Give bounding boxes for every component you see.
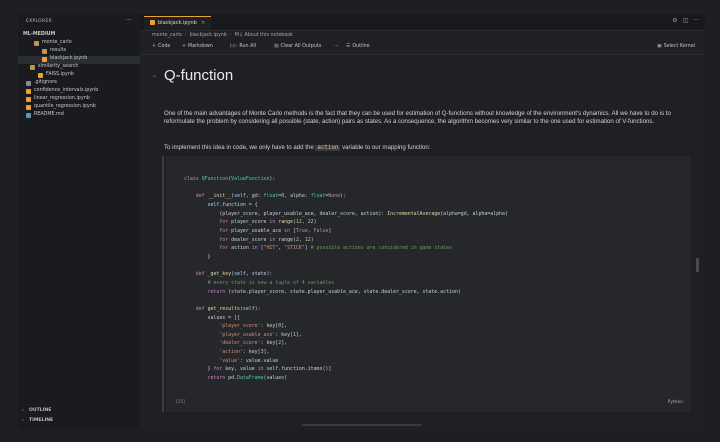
tree-item[interactable]: README.md (18, 112, 140, 120)
tree-item-label: README.md (34, 112, 64, 117)
select-kernel-label: Select Kernel (663, 44, 695, 49)
tab-label: blackjack.ipynb (158, 20, 197, 26)
tree-item-label: results (50, 48, 67, 53)
timeline-section[interactable]: › TIMELINE (18, 416, 140, 426)
breadcrumb-item[interactable]: M↓ About this notebook (235, 33, 293, 38)
timeline-section-label: TIMELINE (29, 418, 54, 423)
folder-icon (30, 65, 35, 70)
notebook-icon (38, 73, 43, 78)
close-icon[interactable]: × (201, 20, 205, 26)
folder-icon (42, 49, 47, 54)
outline-button[interactable]: ☰ Outline (346, 44, 370, 49)
add-markdown-button[interactable]: + Markdown (182, 44, 213, 49)
tree-item-label: quantile_regression.ipynb (34, 104, 96, 109)
tab-blackjack[interactable]: blackjack.ipynb × (144, 16, 212, 30)
add-code-label: Code (158, 44, 171, 49)
vscode-window: EXPLORER ··· ML-MEDIUM monte_carloresults… (0, 0, 720, 442)
more-actions-icon[interactable]: ··· (125, 16, 132, 24)
outline-section-label: OUTLINE (29, 408, 52, 413)
tree-item[interactable]: confidence_intervals.ipynb (18, 88, 140, 96)
tree-item-label: confidence_intervals.ipynb (34, 88, 99, 93)
tree-item[interactable]: FAISS.ipynb (18, 72, 140, 80)
code-cell[interactable]: class QFunction(ValueFunction): def __in… (162, 156, 691, 412)
plus-icon: + (152, 44, 157, 49)
tree-item[interactable]: similarity_search (18, 64, 140, 72)
editor-actions: ⚙ ◫ ··· (667, 17, 699, 24)
file-icon (26, 81, 31, 86)
explorer-sidebar: EXPLORER ··· ML-MEDIUM monte_carloresults… (18, 14, 140, 429)
tree-item-label: blackjack.ipynb (50, 56, 88, 61)
notebook-icon (42, 57, 47, 62)
section-heading: Q-function (164, 67, 234, 84)
workspace-root[interactable]: ML-MEDIUM (18, 32, 140, 40)
tree-item[interactable]: .gitignore (18, 80, 140, 88)
chevron-right-icon: › (22, 418, 24, 423)
clear-outputs-label: Clear All Outputs (280, 44, 322, 49)
breadcrumb-separator: › (229, 33, 232, 38)
horizontal-scrollbar[interactable] (302, 424, 422, 426)
tree-item[interactable]: linear_regression.ipynb (18, 96, 140, 104)
notebook-icon (26, 105, 31, 110)
file-tree: ML-MEDIUM monte_carloresults blackjack.ipy… (18, 32, 140, 120)
collapse-chevron-icon[interactable]: ⌄ (152, 72, 157, 79)
tab-bar: blackjack.ipynb × ⚙ ◫ ··· (140, 14, 705, 31)
paragraph-text: variable to our mapping function: (340, 144, 431, 151)
more-icon[interactable]: ··· (693, 17, 699, 24)
notebook-icon (26, 97, 31, 102)
select-kernel-button[interactable]: ▣ Select Kernel (657, 44, 695, 49)
explorer-title: EXPLORER (26, 19, 53, 24)
notebook-toolbar: + Code + Markdown ▷▷ Run All ▤ Clear All Out… (140, 42, 705, 55)
tree-item-label: .gitignore (34, 80, 57, 85)
breadcrumb-item[interactable]: blackjack.ipynb (190, 33, 227, 38)
run-icon: ▷▷ (230, 44, 238, 49)
run-all-label: Run All (239, 44, 257, 49)
folder-icon (34, 41, 39, 46)
inline-code: action (315, 145, 341, 151)
gear-icon[interactable]: ⚙ (672, 17, 677, 24)
add-code-button[interactable]: + Code (152, 44, 170, 49)
cell-focus-bar (162, 156, 164, 412)
breadcrumb-item[interactable]: monte_carlo (152, 33, 182, 38)
markdown-paragraph-2: To implement this idea in code, we only … (164, 144, 694, 151)
tree-item[interactable]: quantile_regression.ipynb (18, 104, 140, 112)
more-toolbar-icon[interactable]: ··· (334, 44, 339, 49)
plus-icon: + (182, 44, 187, 49)
kernel-icon: ▣ (657, 44, 662, 49)
execution-count: [25] (176, 400, 186, 405)
notebook-icon (150, 19, 155, 25)
tree-item[interactable]: monte_carlo (18, 40, 140, 48)
run-all-button[interactable]: ▷▷ Run All (230, 44, 256, 49)
markdown-paragraph: One of the main advantages of Monte Carl… (164, 110, 671, 126)
tree-item[interactable]: results (18, 48, 140, 56)
breadcrumb-separator: › (184, 33, 187, 38)
clear-icon: ▤ (274, 44, 279, 49)
cell-language[interactable]: Python (668, 400, 683, 405)
vertical-scrollbar[interactable] (696, 258, 699, 272)
split-editor-icon[interactable]: ◫ (683, 17, 689, 24)
workspace-root-label: ML-MEDIUM (23, 32, 56, 37)
tree-item[interactable]: blackjack.ipynb (18, 56, 140, 64)
code-editor[interactable]: class QFunction(ValueFunction): def __in… (184, 175, 508, 383)
outline-section[interactable]: › OUTLINE (18, 406, 140, 416)
tree-item-label: monte_carlo (42, 40, 72, 45)
notebook-editor: blackjack.ipynb × ⚙ ◫ ··· monte_carlo › black… (140, 14, 705, 429)
add-markdown-label: Markdown (188, 44, 213, 49)
markdown-icon (26, 113, 31, 118)
chevron-right-icon: › (22, 408, 24, 413)
clear-outputs-button[interactable]: ▤ Clear All Outputs (274, 44, 321, 49)
tree-item-label: similarity_search (38, 64, 79, 69)
tree-item-label: linear_regression.ipynb (34, 96, 90, 101)
outline-label: Outline (352, 44, 370, 49)
list-icon: ☰ (346, 44, 351, 49)
tree-item-label: FAISS.ipynb (46, 72, 74, 77)
notebook-icon (26, 89, 31, 94)
sidebar-sections: › OUTLINE › TIMELINE (18, 406, 140, 426)
breadcrumb: monte_carlo › blackjack.ipynb › M↓ About thi… (152, 33, 293, 38)
paragraph-text: To implement this idea in code, we only … (164, 144, 316, 151)
